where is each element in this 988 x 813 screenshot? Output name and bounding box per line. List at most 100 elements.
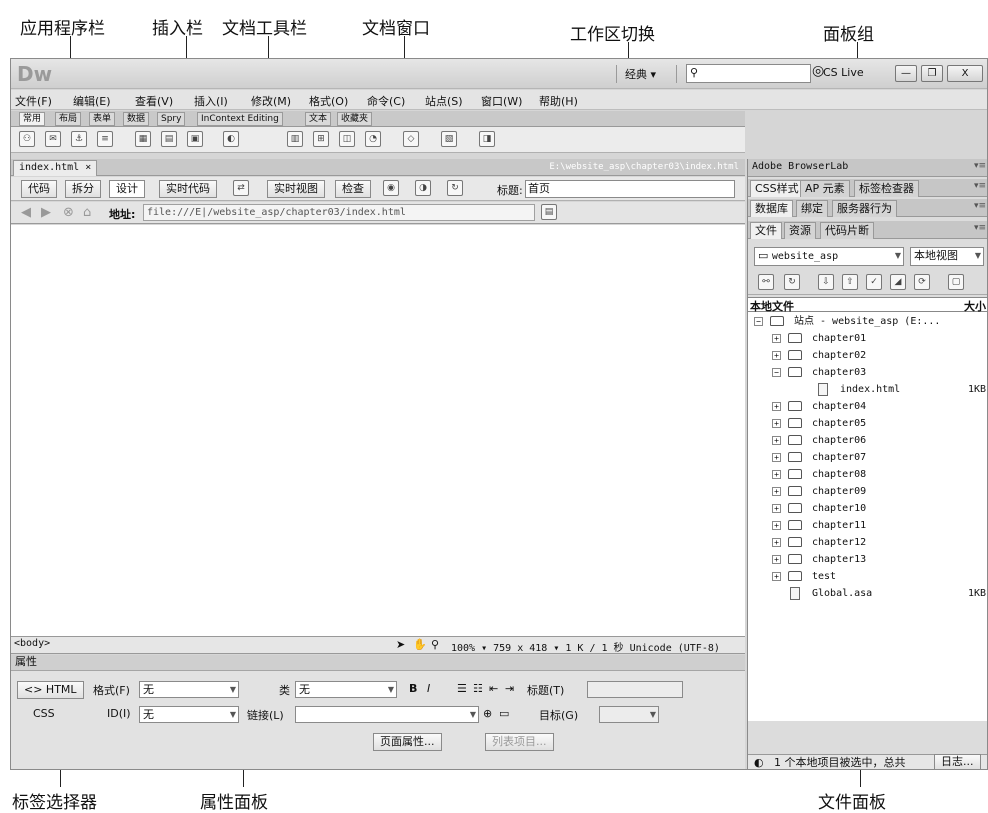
email-link-icon[interactable]: ✉ bbox=[45, 131, 61, 147]
tab-insert-common[interactable]: 常用 bbox=[19, 112, 46, 126]
italic-button[interactable]: I bbox=[427, 682, 430, 695]
expand-icon[interactable]: + bbox=[772, 453, 781, 462]
expand-icon[interactable]: + bbox=[772, 504, 781, 513]
class-select[interactable]: 无 ▼ bbox=[295, 681, 397, 698]
tab-insert-text[interactable]: 文本 bbox=[305, 112, 332, 126]
folder-row[interactable]: + chapter04 bbox=[748, 398, 987, 415]
tab-insert-layout[interactable]: 布局 bbox=[55, 112, 82, 126]
tab-server-behaviors[interactable]: 服务器行为 bbox=[832, 200, 897, 217]
tab-insert-forms[interactable]: 表单 bbox=[89, 112, 116, 126]
outdent-icon[interactable]: ⇤ bbox=[489, 682, 498, 695]
zoom-tool-icon[interactable]: ⚲ bbox=[431, 638, 439, 651]
hand-tool-icon[interactable]: ✋ bbox=[413, 638, 427, 651]
anchor-icon[interactable]: ⚓ bbox=[71, 131, 87, 147]
expand-icon[interactable]: + bbox=[772, 334, 781, 343]
panel-menu-icon[interactable]: ▾≡ bbox=[974, 181, 986, 191]
menu-site[interactable]: 站点(S) bbox=[425, 93, 463, 109]
menu-commands[interactable]: 命令(C) bbox=[367, 93, 405, 109]
document-window[interactable] bbox=[11, 225, 745, 637]
tag-selector[interactable]: <body> bbox=[14, 638, 50, 649]
sync-icon[interactable]: ⟳ bbox=[914, 274, 930, 290]
template-icon[interactable]: ▧ bbox=[441, 131, 457, 147]
col-local-files[interactable]: 本地文件 bbox=[750, 298, 794, 314]
tab-bindings[interactable]: 绑定 bbox=[796, 200, 828, 217]
target-select[interactable]: ▼ bbox=[599, 706, 659, 723]
hr-icon[interactable]: ≡ bbox=[97, 131, 113, 147]
folder-row[interactable]: + chapter01 bbox=[748, 330, 987, 347]
view-select[interactable]: 本地视图 ▼ bbox=[910, 247, 984, 266]
page-properties-button[interactable]: 页面属性... bbox=[373, 733, 442, 751]
checkin-icon[interactable]: ◢ bbox=[890, 274, 906, 290]
properties-header[interactable]: 属性 bbox=[11, 655, 745, 671]
get-files-icon[interactable]: ⇩ bbox=[818, 274, 834, 290]
expand-icon[interactable]: + bbox=[772, 419, 781, 428]
folder-row[interactable]: + chapter10 bbox=[748, 500, 987, 517]
menu-format[interactable]: 格式(O) bbox=[309, 93, 348, 109]
code-view-button[interactable]: 代码 bbox=[21, 180, 57, 198]
restore-button[interactable]: ❐ bbox=[921, 65, 943, 82]
file-row[interactable]: Global.asa 1KB bbox=[748, 585, 987, 602]
table-icon[interactable]: ▦ bbox=[135, 131, 151, 147]
collapse-icon[interactable]: − bbox=[772, 368, 781, 377]
tab-databases[interactable]: 数据库 bbox=[750, 200, 793, 217]
expand-icon[interactable]: + bbox=[772, 436, 781, 445]
tab-insert-incontext[interactable]: InContext Editing bbox=[197, 112, 283, 126]
point-to-file-icon[interactable]: ⊕ bbox=[483, 707, 492, 720]
menu-insert[interactable]: 插入(I) bbox=[194, 93, 228, 109]
expand-icon[interactable]: + bbox=[772, 538, 781, 547]
css-mode-button[interactable]: CSS bbox=[33, 707, 55, 720]
bold-button[interactable]: B bbox=[409, 682, 417, 695]
expand-icon[interactable]: + bbox=[772, 572, 781, 581]
file-row[interactable]: index.html 1KB bbox=[748, 381, 987, 398]
id-select[interactable]: 无 ▼ bbox=[139, 706, 239, 723]
forward-icon[interactable]: ▶ bbox=[41, 205, 51, 220]
refresh-icon[interactable]: ↻ bbox=[447, 180, 463, 196]
expand-icon[interactable]: + bbox=[772, 487, 781, 496]
div-icon[interactable]: ▤ bbox=[161, 131, 177, 147]
tab-css-styles[interactable]: CSS样式 bbox=[750, 180, 804, 197]
tab-insert-favorites[interactable]: 收藏夹 bbox=[337, 112, 373, 126]
comment-icon[interactable]: ◫ bbox=[339, 131, 355, 147]
close-button[interactable]: X bbox=[947, 65, 983, 82]
checkout-icon[interactable]: ✓ bbox=[866, 274, 882, 290]
refresh-icon[interactable]: ↻ bbox=[784, 274, 800, 290]
design-view-button[interactable]: 设计 bbox=[109, 180, 145, 198]
tab-index-html[interactable]: index.html × bbox=[13, 160, 98, 176]
browserlab-panel[interactable]: Adobe BrowserLab ▾≡ bbox=[748, 159, 987, 177]
folder-row[interactable]: + test bbox=[748, 568, 987, 585]
tree-root[interactable]: − 站点 - website_asp (E:... bbox=[748, 313, 987, 330]
menu-file[interactable]: 文件(F) bbox=[15, 93, 52, 109]
server-include-icon[interactable]: ⊞ bbox=[313, 131, 329, 147]
unordered-list-icon[interactable]: ☰ bbox=[457, 682, 467, 695]
tab-tag-inspector[interactable]: 标签检查器 bbox=[854, 180, 919, 197]
col-size[interactable]: 大小 bbox=[964, 298, 986, 314]
live-code-button[interactable]: 实时代码 bbox=[159, 180, 217, 198]
tab-insert-spry[interactable]: Spry bbox=[157, 112, 186, 126]
menu-window[interactable]: 窗口(W) bbox=[481, 93, 522, 109]
media-icon[interactable]: ◐ bbox=[223, 131, 239, 147]
put-files-icon[interactable]: ⇧ bbox=[842, 274, 858, 290]
expand-icon[interactable]: + bbox=[772, 351, 781, 360]
link-input[interactable]: ▼ bbox=[295, 706, 479, 723]
folder-row[interactable]: + chapter11 bbox=[748, 517, 987, 534]
connect-icon[interactable]: ⚯ bbox=[758, 274, 774, 290]
home-icon[interactable]: ⌂ bbox=[83, 205, 91, 220]
folder-row[interactable]: + chapter08 bbox=[748, 466, 987, 483]
folder-row[interactable]: + chapter09 bbox=[748, 483, 987, 500]
tab-assets[interactable]: 资源 bbox=[784, 222, 816, 239]
menu-edit[interactable]: 编辑(E) bbox=[73, 93, 111, 109]
tag-chooser-icon[interactable]: ◨ bbox=[479, 131, 495, 147]
stop-icon[interactable]: ⊗ bbox=[63, 205, 74, 220]
panel-menu-icon[interactable]: ▾≡ bbox=[974, 223, 986, 233]
list-item-button[interactable]: 列表项目... bbox=[485, 733, 554, 751]
collapse-icon[interactable]: − bbox=[754, 317, 763, 326]
tab-insert-data[interactable]: 数据 bbox=[123, 112, 150, 126]
ordered-list-icon[interactable]: ☷ bbox=[473, 682, 483, 695]
folder-row[interactable]: + chapter06 bbox=[748, 432, 987, 449]
expand-icon[interactable]: + bbox=[772, 521, 781, 530]
back-icon[interactable]: ◀ bbox=[21, 205, 31, 220]
minimize-button[interactable]: — bbox=[895, 65, 917, 82]
script-icon[interactable]: ◇ bbox=[403, 131, 419, 147]
expand-icon[interactable]: + bbox=[772, 402, 781, 411]
folder-row[interactable]: + chapter05 bbox=[748, 415, 987, 432]
